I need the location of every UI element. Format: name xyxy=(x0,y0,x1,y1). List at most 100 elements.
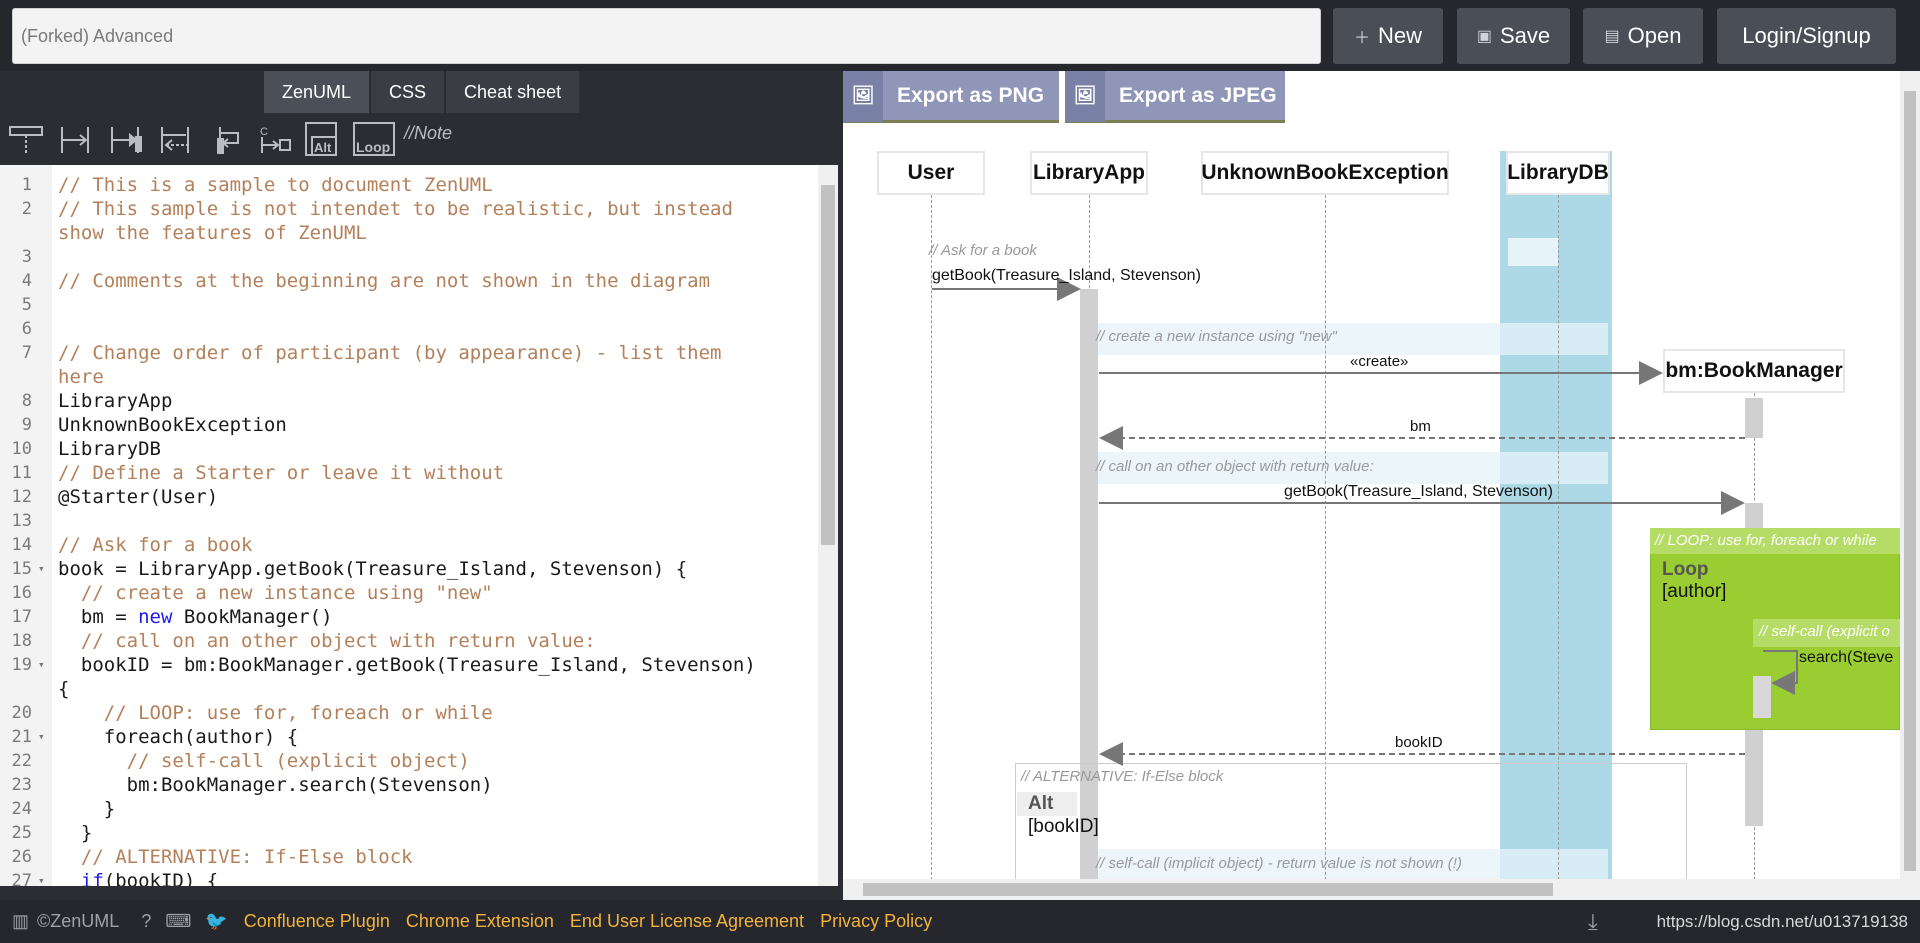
code-text: // Change order of participant (by appea… xyxy=(58,342,722,364)
zenuml-logo-icon: ▥ xyxy=(12,911,30,931)
open-button-label: Open xyxy=(1627,23,1682,48)
link-chrome-extension[interactable]: Chrome Extension xyxy=(406,911,554,932)
note-tool[interactable]: //Note xyxy=(404,123,452,144)
comment-create: // create a new instance using "new" xyxy=(1096,328,1337,345)
line-number: 20 xyxy=(11,703,32,723)
code-text: // self-call (explicit object) xyxy=(58,750,470,772)
line-number: 22 xyxy=(11,751,32,771)
alt-tool-icon[interactable]: Alt xyxy=(304,121,338,156)
create-tool-icon[interactable]: C xyxy=(258,125,294,157)
line-number: 21 xyxy=(11,727,32,747)
diagram-scrollbar-horizontal-thumb[interactable] xyxy=(863,883,1553,896)
svg-text:Loop: Loop xyxy=(356,139,390,155)
diagram-scrollbar-vertical-thumb[interactable] xyxy=(1904,91,1916,871)
code-text: // Comments at the beginning are not sho… xyxy=(58,270,711,292)
fold-arrow-icon[interactable]: ▾ xyxy=(38,653,45,677)
brand-label: ©ZenUML xyxy=(37,911,120,931)
line-number: 19 xyxy=(11,655,32,675)
code-editor[interactable]: 1 // This is a sample to document ZenUML 2… xyxy=(0,165,818,886)
keyboard-icon[interactable]: ⌨ xyxy=(165,911,191,932)
tab-cheat-sheet[interactable]: Cheat sheet xyxy=(446,71,580,113)
line-number: 24 xyxy=(11,799,32,819)
loop-tool-icon[interactable]: Loop xyxy=(352,121,396,156)
participant-tool-icon[interactable] xyxy=(8,125,44,157)
line-number: 12 xyxy=(11,487,32,507)
diagram-scrollbar-vertical[interactable] xyxy=(1900,71,1920,879)
download-icon[interactable]: ⤓ xyxy=(1588,909,1598,935)
link-privacy-policy[interactable]: Privacy Policy xyxy=(820,911,932,932)
tab-css[interactable]: CSS xyxy=(371,71,445,113)
self-implicit-comment: // self-call (implicit object) - return … xyxy=(1096,855,1462,872)
new-button[interactable]: ＋ New xyxy=(1333,8,1443,64)
fold-arrow-icon[interactable]: ▾ xyxy=(38,869,45,886)
line-number: 17 xyxy=(11,607,32,627)
twitter-icon[interactable]: 🐦 xyxy=(205,911,227,932)
code-text: // Ask for a book xyxy=(58,534,253,556)
message-create: «create» xyxy=(1350,353,1409,370)
line-number: 9 xyxy=(21,415,32,435)
code-text: bookID = bm:BookManager.getBook(Treasure… xyxy=(58,654,756,676)
line-number: 16 xyxy=(11,583,32,603)
file-icon: ▤ xyxy=(1604,28,1620,45)
code-text: // create a new instance using "new" xyxy=(58,582,493,604)
code-text: // This sample is not intendet to be rea… xyxy=(58,198,733,220)
code-text: { xyxy=(58,678,70,700)
code-text: bm:BookManager.search(Stevenson) xyxy=(58,774,493,796)
code-text: } xyxy=(58,822,93,844)
comment-call: // call on an other object with return v… xyxy=(1096,458,1374,475)
diagram-scrollbar-horizontal[interactable] xyxy=(843,879,1920,900)
code-text: // Define a Starter or leave it without xyxy=(58,462,505,484)
link-confluence-plugin[interactable]: Confluence Plugin xyxy=(244,911,390,932)
code-text: // LOOP: use for, foreach or while xyxy=(58,702,493,724)
line-number: 13 xyxy=(11,511,32,531)
line-number: 6 xyxy=(21,319,32,339)
line-number: 7 xyxy=(21,343,32,363)
editor-scrollbar[interactable] xyxy=(818,165,838,886)
diagram-title-input[interactable] xyxy=(12,8,1321,64)
code-text: @Starter(User) xyxy=(58,486,219,508)
line-number: 5 xyxy=(21,295,32,315)
message-tool-icon[interactable] xyxy=(58,125,94,157)
top-bar: ＋ New ▣ Save ▤ Open Login/Signup xyxy=(0,0,1920,71)
editor-panel: ZenUML CSS Cheat sheet C Alt Loop //Note xyxy=(0,71,838,886)
tab-zenuml[interactable]: ZenUML xyxy=(264,71,370,113)
fold-arrow-icon[interactable]: ▾ xyxy=(38,557,45,581)
brand: ▥ ©ZenUML xyxy=(12,911,119,932)
editor-scrollbar-thumb[interactable] xyxy=(821,185,835,545)
code-text: book = LibraryApp.getBook(Treasure_Islan… xyxy=(58,558,688,580)
watermark-url: https://blog.csdn.net/u013719138 xyxy=(1656,911,1908,931)
code-text: } xyxy=(58,798,116,820)
link-eula[interactable]: End User License Agreement xyxy=(570,911,804,932)
help-icon[interactable]: ? xyxy=(141,911,151,932)
footer: ▥ ©ZenUML ? ⌨ 🐦 Confluence Plugin Chrome… xyxy=(0,900,1920,943)
return-message-tool-icon[interactable] xyxy=(158,125,194,157)
diagram-panel: 🖼 Export as PNG 🖼 Export as JPEG User Li… xyxy=(843,71,1920,900)
open-button[interactable]: ▤ Open xyxy=(1583,8,1703,64)
line-number: 26 xyxy=(11,847,32,867)
line-number: 15 xyxy=(11,559,32,579)
line-number: 10 xyxy=(11,439,32,459)
code-text: bm = new BookManager() xyxy=(58,606,333,628)
save-button[interactable]: ▣ Save xyxy=(1457,8,1570,64)
message-getbook2: getBook(Treasure_Island, Stevenson) xyxy=(1284,483,1553,500)
line-number: 14 xyxy=(11,535,32,555)
sync-message-tool-icon[interactable] xyxy=(108,125,144,157)
code-text: show the features of ZenUML xyxy=(58,222,367,244)
code-text: foreach(author) { xyxy=(58,726,299,748)
code-text: here xyxy=(58,366,104,388)
save-button-label: Save xyxy=(1499,23,1551,48)
fold-arrow-icon[interactable]: ▾ xyxy=(38,725,45,749)
message-bookid: bookID xyxy=(1395,734,1443,751)
line-number: 25 xyxy=(11,823,32,843)
line-number: 1 xyxy=(21,175,32,195)
self-message-tool-icon[interactable] xyxy=(212,125,248,157)
save-icon: ▣ xyxy=(1476,28,1492,45)
code-text: LibraryDB xyxy=(58,438,161,460)
comment-ask: // Ask for a book xyxy=(929,242,1037,259)
line-number: 23 xyxy=(11,775,32,795)
new-button-label: New xyxy=(1378,23,1423,48)
code-text: // call on an other object with return v… xyxy=(58,630,596,652)
editor-tabs: ZenUML CSS Cheat sheet xyxy=(264,71,581,113)
code-text: if(bookID) { xyxy=(80,870,219,886)
login-signup-button[interactable]: Login/Signup xyxy=(1717,8,1896,64)
